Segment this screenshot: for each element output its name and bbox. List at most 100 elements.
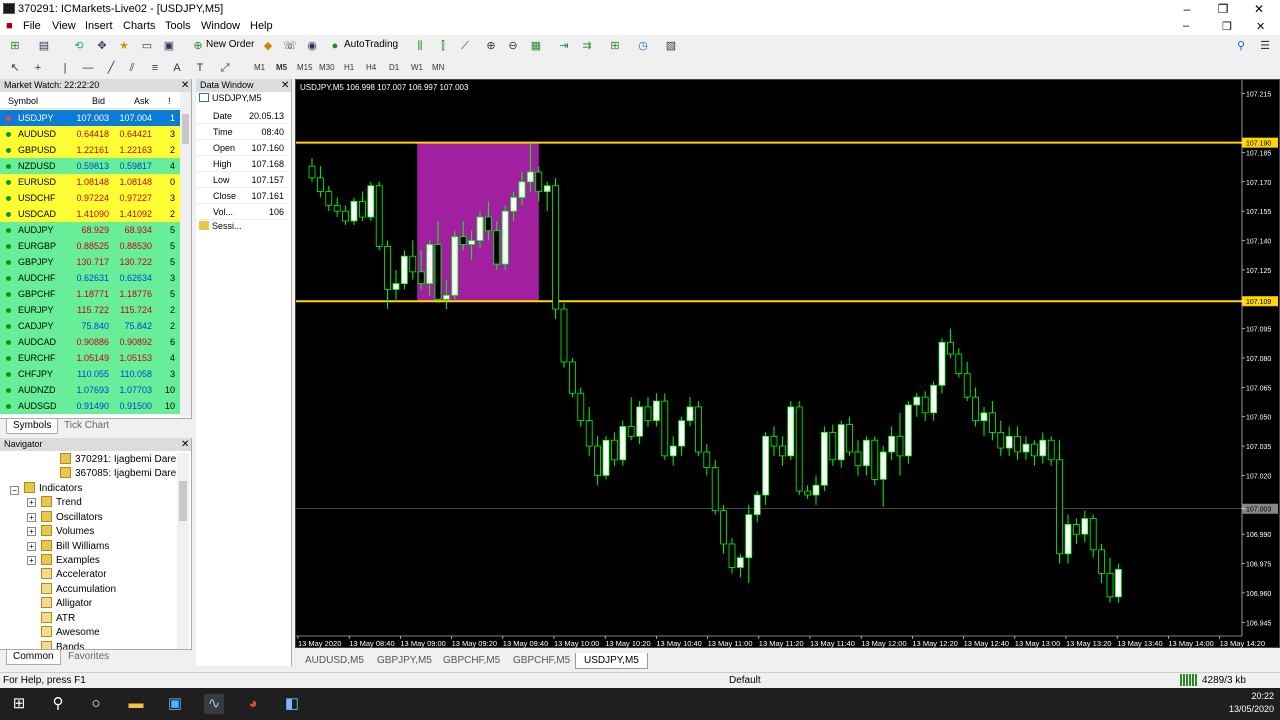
menu-help[interactable]: Help (250, 20, 273, 32)
market-watch-row[interactable]: GBPCHF 1.18771 1.18776 5 (0, 286, 180, 302)
minimize-button[interactable]: – (1169, 0, 1205, 18)
market-watch-row[interactable]: EURGBP 0.88525 0.88530 5 (0, 238, 180, 254)
line-chart-icon[interactable]: ⟋ (458, 39, 472, 53)
terminal-icon[interactable]: ▭ (140, 39, 154, 53)
nav-indicator-item[interactable]: Accumulation (41, 582, 116, 597)
market-watch-row[interactable]: GBPJPY 130.717 130.722 5 (0, 254, 180, 270)
market-watch-row[interactable]: EURJPY 115.722 115.724 2 (0, 302, 180, 318)
signals-icon[interactable]: ☏ (283, 39, 297, 53)
market-watch-row[interactable]: CHFJPY 110.055 110.058 3 (0, 366, 180, 382)
chart-tab[interactable]: AUDUSD,M5 (297, 653, 372, 669)
chart-tab[interactable]: GBPJPY,M5 (369, 653, 440, 669)
nav-indicator-item[interactable]: Awesome (41, 626, 100, 640)
menu-view[interactable]: View (52, 20, 76, 32)
market-watch-close-icon[interactable]: ✕ (181, 80, 189, 91)
timeframe-h1[interactable]: H1 (344, 63, 354, 72)
navigator-close-icon[interactable]: ✕ (181, 439, 189, 450)
maximize-button[interactable]: ❐ (1205, 0, 1241, 18)
nav-folder[interactable]: Oscillators (41, 510, 103, 525)
market-watch-row[interactable]: USDCAD 1.41090 1.41092 2 (0, 206, 180, 222)
navigator-icon[interactable]: ★ (117, 39, 131, 53)
market-watch-row[interactable]: AUDNZD 1.07693 1.07703 10 (0, 382, 180, 398)
mdi-close[interactable]: ✕ (1256, 20, 1265, 33)
mdi-minimize[interactable]: – (1183, 20, 1189, 32)
app-window-icon[interactable]: ▣ (165, 694, 185, 714)
search-icon[interactable]: ⚲ (48, 694, 68, 714)
market-watch-row[interactable]: NZDUSD 0.59813 0.59817 4 (0, 158, 180, 174)
periods-icon[interactable]: ◷ (636, 39, 650, 53)
close-button[interactable]: ✕ (1241, 0, 1277, 18)
timeframe-m5[interactable]: M5 (276, 63, 287, 72)
chart-shift-icon[interactable]: ⇥ (557, 39, 571, 53)
timeframe-m15[interactable]: M15 (297, 63, 313, 72)
market-watch-row[interactable]: AUDUSD 0.64418 0.64421 3 (0, 126, 180, 142)
nav-indicator-item[interactable]: Accelerator (41, 568, 107, 582)
chart-tab[interactable]: GBPCHF,M5 (505, 653, 578, 669)
new-order-button[interactable]: New Order (206, 39, 254, 50)
market-icon[interactable]: ◉ (305, 39, 319, 53)
market-watch-row[interactable]: USDCHF 0.97224 0.97227 3 (0, 190, 180, 206)
nav-indicators-folder[interactable]: Indicators (24, 482, 82, 496)
metatrader-icon[interactable]: ∿ (204, 694, 224, 714)
tab-common[interactable]: Common (6, 650, 61, 665)
market-watch-scrollbar[interactable] (180, 92, 191, 417)
data-window-icon[interactable]: ✥ (95, 39, 109, 53)
timeframe-w1[interactable]: W1 (411, 63, 423, 72)
strategy-tester-icon[interactable]: ▣ (162, 39, 176, 53)
zoom-in-icon[interactable]: ⊕ (484, 39, 498, 53)
file-explorer-icon[interactable]: ▬ (126, 694, 146, 714)
candlestick-icon[interactable]: ⫿ (436, 39, 450, 53)
bar-chart-icon[interactable]: ⫼ (413, 39, 427, 53)
windows-start-icon[interactable]: ⊞ (9, 694, 29, 714)
tile-windows-icon[interactable]: ▦ (529, 39, 543, 53)
expand-icon[interactable]: + (27, 527, 36, 536)
chart-tab[interactable]: GBPCHF,M5 (435, 653, 508, 669)
chrome-icon[interactable]: ◕ (243, 694, 263, 714)
metaeditor-icon[interactable]: ◆ (261, 39, 275, 53)
collapse-indicators-icon[interactable]: − (10, 486, 19, 495)
arrows-icon[interactable]: ⤢ (218, 61, 232, 75)
templates-icon[interactable]: ▧ (664, 39, 678, 53)
nav-account[interactable]: 370291: Ijagbemi Dare (60, 453, 176, 467)
timeframe-m1[interactable]: M1 (254, 63, 265, 72)
tab-symbols[interactable]: Symbols (6, 419, 59, 434)
trendline-icon[interactable]: ╱ (104, 61, 118, 75)
cursor-icon[interactable]: ↖ (8, 61, 22, 75)
text-label-icon[interactable]: T (193, 61, 207, 75)
channel-icon[interactable]: ⫽ (125, 61, 139, 75)
community-icon[interactable]: ☰ (1258, 39, 1272, 53)
timeframe-mn[interactable]: MN (432, 63, 444, 72)
market-watch-row[interactable]: AUDCHF 0.62631 0.62634 3 (0, 270, 180, 286)
nav-folder[interactable]: Examples (41, 554, 100, 568)
new-order-icon[interactable]: ⊕ (191, 39, 205, 53)
market-watch-row[interactable]: CADJPY 75.840 75.842 2 (0, 318, 180, 334)
navigator-scrollbar[interactable] (177, 453, 189, 649)
crosshair-icon[interactable]: + (31, 61, 45, 75)
chart-tab-active[interactable]: USDJPY,M5 (575, 653, 648, 669)
market-watch-row[interactable]: EURCHF 1.05149 1.05153 4 (0, 350, 180, 366)
expand-icon[interactable]: + (27, 498, 36, 507)
profiles-icon[interactable]: ▤ (37, 39, 51, 53)
tab-tick-chart[interactable]: Tick Chart (58, 419, 115, 434)
indicators-icon[interactable]: ⊞ (608, 39, 622, 53)
chart-window[interactable]: 107.215 107.190 107.185 107.170 107.155 107.1… (295, 79, 1280, 648)
expand-icon[interactable]: + (27, 556, 36, 565)
nav-folder[interactable]: Trend (41, 496, 82, 510)
timeframe-h4[interactable]: H4 (366, 63, 376, 72)
vertical-line-icon[interactable]: | (58, 61, 72, 75)
col-symbol[interactable]: Symbol (8, 96, 38, 106)
scroll-thumb[interactable] (182, 114, 189, 144)
market-watch-row[interactable]: USDJPY 107.003 107.004 1 (0, 110, 180, 126)
menu-window[interactable]: Window (201, 20, 240, 32)
nav-folder[interactable]: Bill Williams (41, 539, 109, 554)
market-watch-row[interactable]: GBPUSD 1.22161 1.22163 2 (0, 142, 180, 158)
menu-charts[interactable]: Charts (123, 20, 155, 32)
expand-icon[interactable]: + (27, 512, 36, 522)
text-icon[interactable]: A (170, 61, 184, 75)
nav-indicator-item[interactable]: Alligator (41, 597, 92, 611)
timeframe-d1[interactable]: D1 (389, 63, 399, 72)
price-chart[interactable]: 107.215 107.190 107.185 107.170 107.155 107.1… (296, 80, 1280, 649)
nav-indicator-item[interactable]: ATR (41, 611, 75, 626)
notes-icon[interactable]: ◧ (282, 694, 302, 714)
scroll-thumb[interactable] (179, 481, 187, 521)
